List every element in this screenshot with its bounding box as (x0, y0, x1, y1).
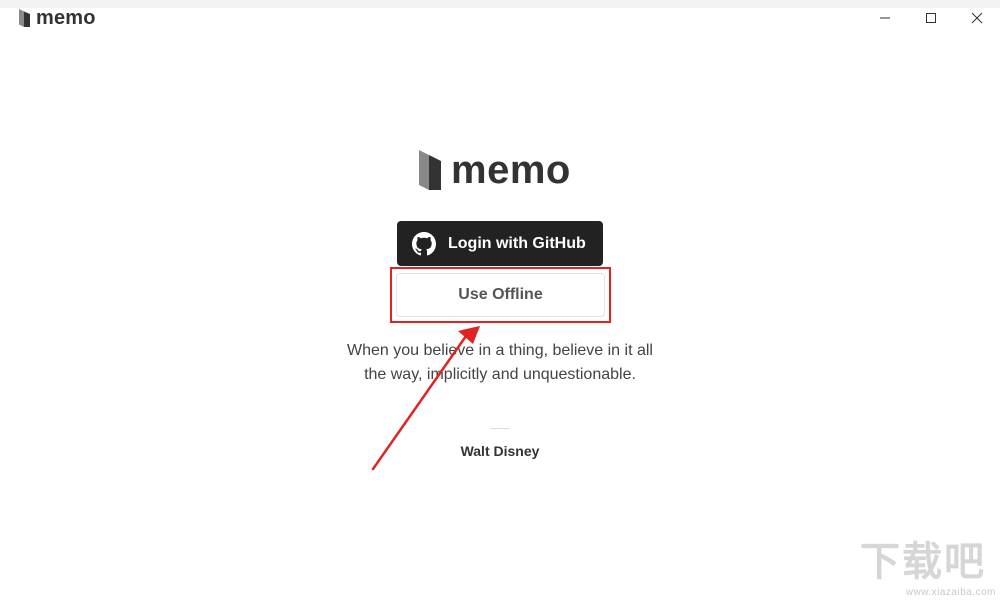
use-offline-button[interactable]: Use Offline (396, 273, 605, 317)
use-offline-label: Use Offline (458, 286, 543, 303)
close-button[interactable] (963, 4, 991, 32)
titlebar-brand: memo (19, 7, 96, 29)
memo-logo-icon (419, 150, 441, 190)
arrow-head (462, 326, 480, 338)
login-github-label: Login with GitHub (448, 234, 586, 252)
watermark-url: www.xiazaiba.com (905, 587, 996, 598)
maximize-button[interactable] (917, 4, 945, 32)
quote-text: When you believe in a thing, believe in … (347, 342, 653, 383)
titlebar-app-name: memo (36, 7, 96, 29)
close-icon (971, 12, 983, 24)
watermark-logo: 下载吧 (860, 539, 986, 585)
login-github-button[interactable]: Login with GitHub (397, 221, 603, 266)
minimize-button[interactable] (871, 4, 899, 32)
brand-name: memo (451, 148, 571, 192)
quote-divider (490, 428, 510, 429)
github-icon (412, 231, 436, 255)
watermark: 下载吧 www.xiazaiba.com (860, 540, 998, 598)
memo-logo-icon (19, 9, 30, 27)
minimize-icon (880, 17, 890, 19)
quote-author: Walt Disney (460, 443, 540, 459)
maximize-icon (926, 13, 936, 23)
center-logo: memo (419, 148, 571, 192)
titlebar[interactable]: memo (0, 0, 1000, 36)
